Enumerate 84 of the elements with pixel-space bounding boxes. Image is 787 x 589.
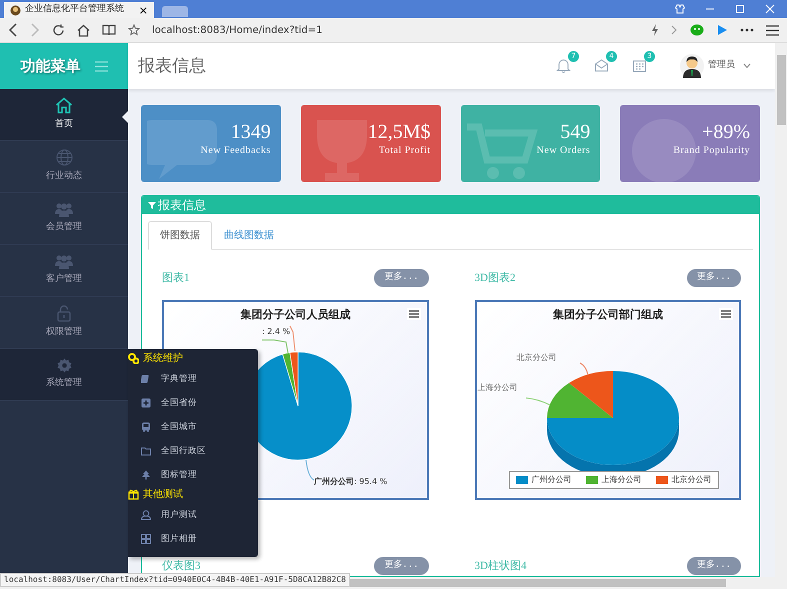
vertical-scrollbar[interactable] — [775, 43, 787, 577]
reload-icon[interactable] — [52, 24, 65, 36]
panel-title: 报表信息 — [158, 197, 206, 214]
sidebar-item[interactable]: 首页 — [0, 89, 128, 141]
chart-heading: 3D柱状图4 — [474, 558, 526, 574]
submenu-item[interactable]: 全国城市 — [128, 415, 258, 439]
play-icon[interactable] — [716, 24, 728, 36]
stat-label: Total Profit — [378, 144, 430, 158]
submenu-item[interactable]: 全国行政区 — [128, 439, 258, 463]
chart-heading: 图表1 — [162, 270, 190, 286]
stat-value: 1349 — [230, 121, 271, 143]
home-icon[interactable] — [77, 24, 90, 36]
sidebar-title: 功能菜单 — [20, 56, 80, 77]
legend-item[interactable]: 广州分公司 — [516, 474, 572, 486]
tab[interactable]: 曲线图数据 — [212, 221, 286, 250]
slice-label: 上海分公司 — [478, 382, 518, 394]
filter-icon — [148, 201, 156, 209]
page-title: 报表信息 — [138, 56, 206, 76]
group-icon — [55, 254, 73, 270]
slice-label: 北京分公司 — [516, 352, 556, 364]
tab-title: 企业信息化平台管理系统 — [25, 3, 124, 16]
menu-icon[interactable] — [406, 308, 420, 320]
menu-icon[interactable] — [766, 24, 779, 36]
plus-icon — [141, 398, 151, 408]
pointer-notch — [122, 111, 128, 123]
chart-title: 集团分子公司人员组成 — [239, 307, 352, 323]
stat-value: +89% — [702, 121, 750, 143]
tree-icon — [141, 470, 151, 480]
leader-line — [578, 362, 588, 376]
grid-icon — [141, 534, 151, 544]
legend-item[interactable]: 北京分公司 — [656, 474, 712, 486]
submenu-heading: 其他测试 — [143, 488, 183, 502]
bell-icon[interactable] — [556, 58, 570, 74]
submenu-item[interactable]: 全国省份 — [128, 391, 258, 415]
close-icon[interactable] — [765, 4, 775, 14]
back-icon[interactable] — [8, 23, 18, 37]
chat-icon[interactable] — [690, 24, 704, 36]
user-icon — [141, 510, 151, 520]
chart-title: 集团分子公司部门组成 — [552, 307, 664, 323]
envelope-icon[interactable] — [594, 58, 608, 74]
stat-label: New Orders — [536, 144, 590, 158]
stat-value: 549 — [560, 121, 590, 143]
submenu-item[interactable]: 字典管理 — [128, 367, 258, 391]
avatar-icon[interactable] — [680, 54, 704, 78]
maximize-icon[interactable] — [735, 4, 745, 14]
leader-line — [524, 396, 550, 406]
gears-icon — [128, 353, 139, 364]
tab[interactable]: 饼图数据 — [148, 221, 212, 250]
more-icon[interactable] — [740, 28, 754, 32]
submenu-heading: 系统维护 — [143, 352, 183, 366]
gear-icon — [56, 358, 72, 374]
close-button[interactable]: × — [138, 4, 148, 16]
group-icon — [55, 202, 73, 218]
legend-item[interactable]: 上海分公司 — [586, 474, 642, 486]
book-icon — [141, 374, 151, 384]
gift-icon — [128, 489, 139, 500]
home-icon — [55, 97, 73, 114]
status-tooltip: localhost:8083/User/ChartIndex?tid=0940E0C4-4B4B-40E1-A91F-5D8CA12B82C8 — [0, 573, 350, 587]
submenu-item[interactable]: 用户测试 — [128, 503, 258, 527]
data-label: 广州分公司: 95.4 % — [314, 476, 388, 488]
submenu-item[interactable]: 图标管理 — [128, 463, 258, 487]
calendar-icon[interactable] — [632, 58, 646, 74]
shirt-icon[interactable] — [675, 4, 685, 14]
sidebar-item[interactable]: 系统管理 — [0, 349, 128, 401]
stat-label: New Feedbacks — [200, 144, 271, 158]
menu-icon[interactable] — [719, 308, 733, 320]
chevron-icon[interactable] — [671, 24, 678, 36]
book-icon[interactable] — [102, 24, 116, 36]
chevron-down-icon[interactable] — [743, 63, 751, 69]
leader-line — [306, 460, 314, 480]
bus-icon — [141, 422, 151, 432]
stat-value: 12,5M$ — [368, 121, 430, 143]
user-name[interactable]: 管理员 — [708, 59, 735, 73]
chart-heading: 仪表图3 — [162, 558, 200, 574]
lightning-icon[interactable] — [651, 24, 659, 36]
data-label: : 2.4 % — [262, 326, 290, 338]
unlock-icon — [57, 305, 71, 322]
stat-label: Brand Popularity — [673, 144, 750, 158]
browser-tab[interactable]: 企业信息化平台管理系统 × — [4, 2, 154, 18]
submenu-item[interactable]: 图片相册 — [128, 527, 258, 551]
site-icon — [10, 4, 21, 16]
folder-icon — [141, 446, 151, 456]
star-icon[interactable] — [128, 24, 140, 36]
chart-heading: 3D图表2 — [474, 270, 516, 286]
